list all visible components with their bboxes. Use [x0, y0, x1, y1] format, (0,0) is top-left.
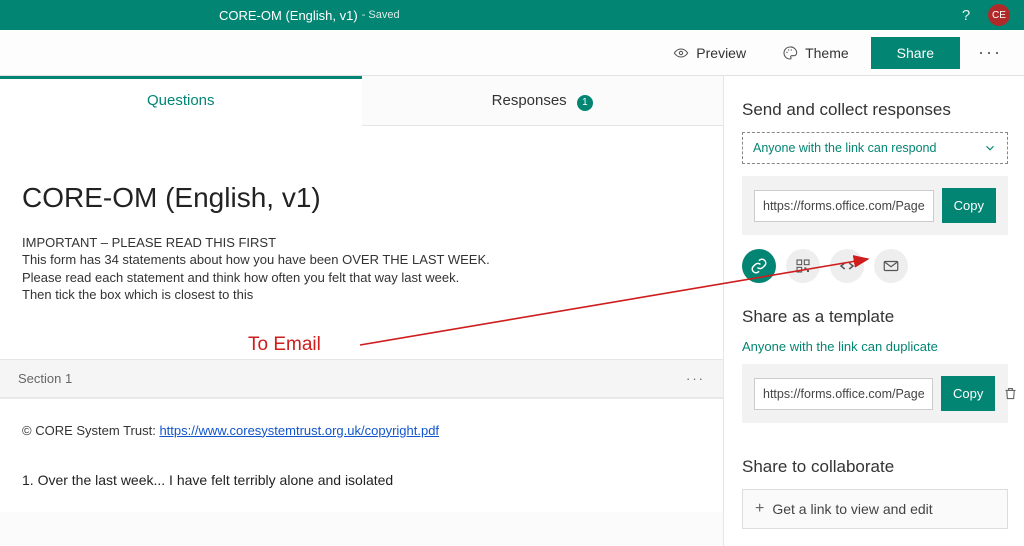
template-url-input[interactable] [754, 378, 933, 410]
tab-responses[interactable]: Responses 1 [362, 76, 724, 126]
share-methods [742, 249, 1008, 283]
help-icon[interactable]: ? [954, 7, 978, 24]
share-button[interactable]: Share [871, 37, 960, 69]
copyright-block: © CORE System Trust: https://www.coresys… [0, 399, 723, 438]
tab-questions[interactable]: Questions [0, 76, 362, 126]
audience-selector[interactable]: Anyone with the link can respond [742, 132, 1008, 164]
share-url-input[interactable] [754, 190, 934, 222]
send-heading: Send and collect responses [742, 100, 1008, 120]
section-more-button[interactable]: ··· [686, 371, 705, 386]
delete-template-link-icon[interactable] [1003, 386, 1018, 401]
collab-heading: Share to collaborate [742, 457, 1008, 477]
theme-button[interactable]: Theme [768, 38, 863, 68]
responses-count-badge: 1 [577, 95, 593, 111]
tab-strip: Questions Responses 1 [0, 76, 723, 126]
eye-icon [673, 45, 689, 61]
question-1[interactable]: 1. Over the last week... I have felt ter… [0, 438, 723, 512]
palette-icon [782, 45, 798, 61]
preview-label: Preview [696, 45, 746, 61]
form-header-card[interactable]: CORE-OM (English, v1) IMPORTANT – PLEASE… [0, 126, 723, 399]
share-email-icon[interactable] [874, 249, 908, 283]
share-link-icon[interactable] [742, 249, 776, 283]
copy-template-button[interactable]: Copy [941, 376, 995, 411]
copyright-link[interactable]: https://www.coresystemtrust.org.uk/copyr… [159, 423, 439, 438]
form-description: IMPORTANT – PLEASE READ THIS FIRST This … [22, 234, 701, 304]
chevron-down-icon [983, 141, 997, 155]
template-heading: Share as a template [742, 307, 1008, 327]
more-options-button[interactable]: ··· [968, 38, 1012, 67]
user-avatar[interactable]: CE [988, 4, 1010, 26]
theme-label: Theme [805, 45, 849, 61]
template-who: Anyone with the link can duplicate [742, 339, 1008, 354]
share-panel: Send and collect responses Anyone with t… [724, 76, 1024, 546]
command-bar: Preview Theme Share ··· [0, 30, 1024, 76]
document-title: CORE-OM (English, v1) [219, 8, 358, 23]
save-status: - Saved [362, 9, 400, 21]
share-embed-icon[interactable] [830, 249, 864, 283]
form-title: CORE-OM (English, v1) [22, 182, 701, 214]
template-link-block: Copy [742, 364, 1008, 423]
tab-responses-label: Responses [492, 92, 567, 109]
plus-icon: + [755, 500, 764, 518]
form-editor-pane: Questions Responses 1 CORE-OM (English, … [0, 76, 724, 546]
copy-link-button[interactable]: Copy [942, 188, 996, 223]
preview-button[interactable]: Preview [659, 38, 760, 68]
share-link-block: Copy [742, 176, 1008, 235]
title-bar: CORE-OM (English, v1) - Saved ? CE [0, 0, 1024, 30]
section-label: Section 1 [18, 371, 72, 386]
share-qr-icon[interactable] [786, 249, 820, 283]
get-collab-link-button[interactable]: + Get a link to view and edit [742, 489, 1008, 529]
